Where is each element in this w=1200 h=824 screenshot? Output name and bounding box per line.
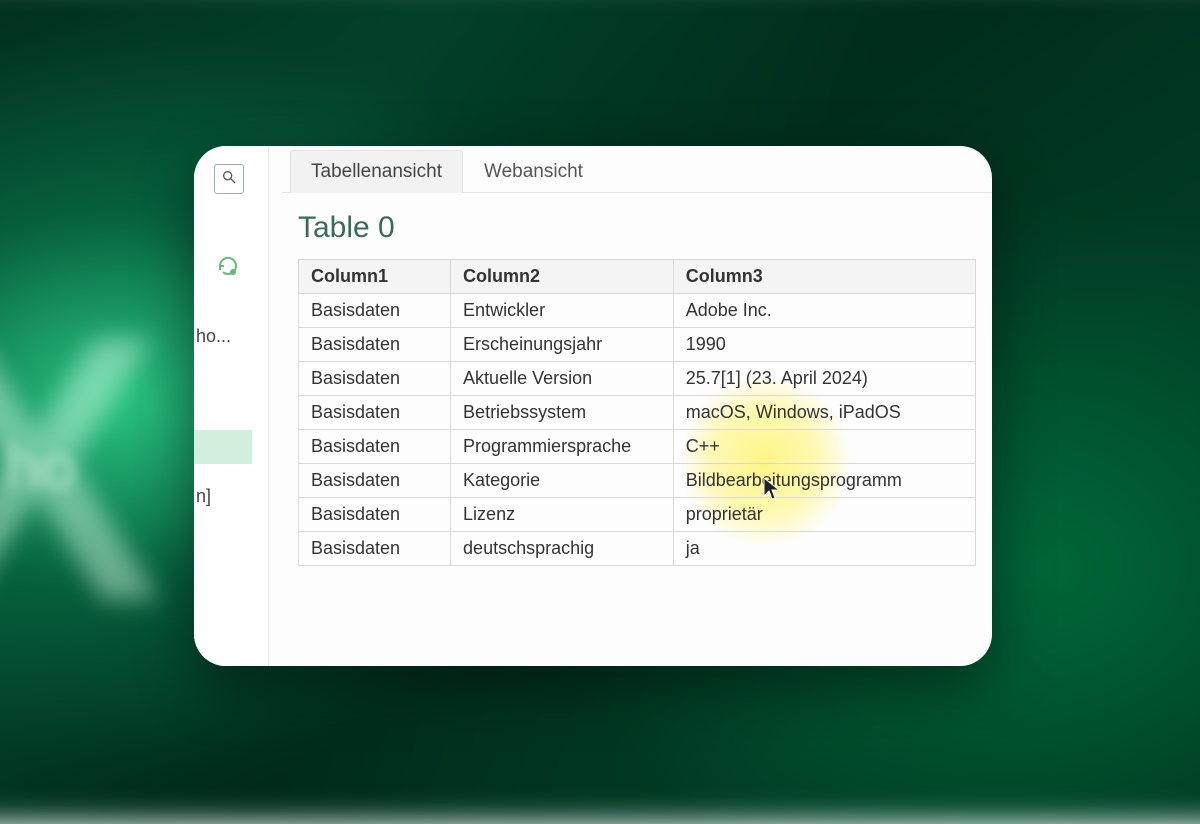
cell[interactable]: Programmiersprache (451, 430, 674, 464)
column-header[interactable]: Column3 (673, 260, 975, 294)
sidebar-item-fragment-b[interactable]: n] (196, 486, 256, 507)
cell[interactable]: C++ (673, 430, 975, 464)
table-row[interactable]: Basisdaten Kategorie Bildbearbeitungspro… (299, 464, 976, 498)
table-row[interactable]: Basisdaten Aktuelle Version 25.7[1] (23.… (299, 362, 976, 396)
cell[interactable]: 25.7[1] (23. April 2024) (673, 362, 975, 396)
tab-bar: Tabellenansicht Webansicht (282, 146, 992, 193)
cell[interactable]: deutschsprachig (451, 532, 674, 566)
cell[interactable]: Lizenz (451, 498, 674, 532)
cell[interactable]: Basisdaten (299, 464, 451, 498)
cell[interactable]: Basisdaten (299, 328, 451, 362)
table-row[interactable]: Basisdaten Erscheinungsjahr 1990 (299, 328, 976, 362)
cell[interactable]: Basisdaten (299, 498, 451, 532)
cell[interactable]: Adobe Inc. (673, 294, 975, 328)
cell[interactable]: Kategorie (451, 464, 674, 498)
search-button[interactable] (214, 164, 244, 194)
column-header[interactable]: Column2 (451, 260, 674, 294)
cell[interactable]: macOS, Windows, iPadOS (673, 396, 975, 430)
tab-table-view[interactable]: Tabellenansicht (290, 150, 463, 193)
navigator-panel: ho... n] Tabellenansicht Webansicht Tabl… (194, 146, 992, 666)
cell[interactable]: Aktuelle Version (451, 362, 674, 396)
main-area: Tabellenansicht Webansicht Table 0 Colum… (282, 146, 992, 666)
cell[interactable]: 1990 (673, 328, 975, 362)
cell[interactable]: proprietär (673, 498, 975, 532)
cell[interactable]: Basisdaten (299, 396, 451, 430)
tab-label: Webansicht (484, 161, 583, 182)
cell[interactable]: Basisdaten (299, 430, 451, 464)
left-rail: ho... n] (194, 146, 269, 666)
table-row[interactable]: Basisdaten Lizenz proprietär (299, 498, 976, 532)
cell[interactable]: ja (673, 532, 975, 566)
table-row[interactable]: Basisdaten deutschsprachig ja (299, 532, 976, 566)
cell[interactable]: Basisdaten (299, 532, 451, 566)
table-row[interactable]: Basisdaten Entwickler Adobe Inc. (299, 294, 976, 328)
table-row[interactable]: Basisdaten Betriebssystem macOS, Windows… (299, 396, 976, 430)
data-table[interactable]: Column1 Column2 Column3 Basisdaten Entwi… (298, 259, 976, 566)
cell[interactable]: Erscheinungsjahr (451, 328, 674, 362)
cell[interactable]: Basisdaten (299, 362, 451, 396)
cell[interactable]: Betriebssystem (451, 396, 674, 430)
column-header[interactable]: Column1 (299, 260, 451, 294)
sidebar-item-fragment-a[interactable]: ho... (196, 326, 256, 347)
tab-web-view[interactable]: Webansicht (463, 150, 604, 193)
refresh-icon[interactable] (216, 254, 242, 280)
table-header-row: Column1 Column2 Column3 (299, 260, 976, 294)
cell[interactable]: Entwickler (451, 294, 674, 328)
search-icon (221, 169, 237, 190)
tab-label: Tabellenansicht (311, 161, 442, 182)
cell[interactable]: Basisdaten (299, 294, 451, 328)
table-row[interactable]: Basisdaten Programmiersprache C++ (299, 430, 976, 464)
cell[interactable]: Bildbearbeitungsprogramm (673, 464, 975, 498)
table-title: Table 0 (282, 193, 992, 253)
sidebar-item-selected[interactable] (194, 430, 252, 464)
